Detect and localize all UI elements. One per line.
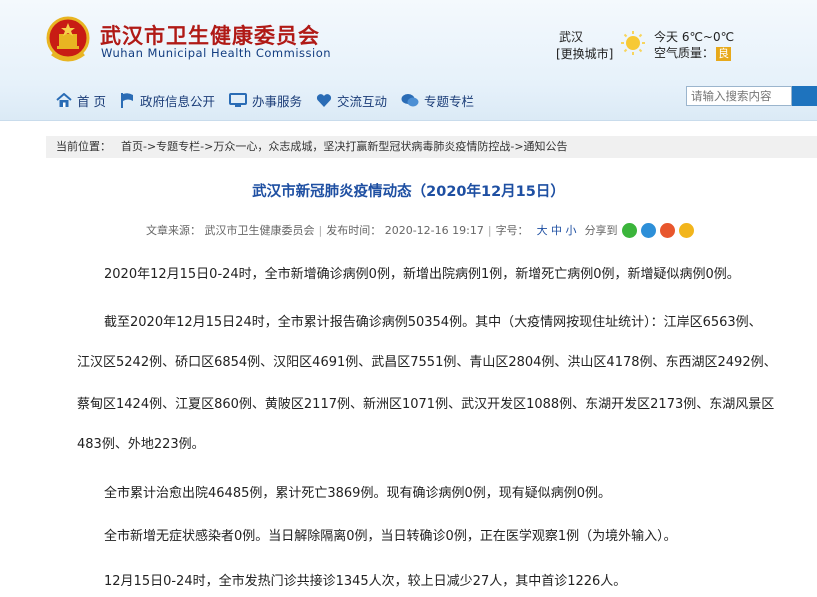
weather-city: 武汉	[559, 30, 584, 44]
article-meta: 文章来源： 武汉市卫生健康委员会 | 发布时间： 2020-12-16 19:1…	[146, 221, 694, 239]
qzone-share-icon[interactable]	[678, 222, 694, 238]
nav-home-label: 首 页	[77, 93, 106, 109]
article-source: 文章来源： 武汉市卫生健康委员会	[146, 224, 315, 237]
paragraph-cumulative-line-4: 483例、外地223例。	[77, 437, 205, 452]
nav-home[interactable]: 首 页	[56, 91, 106, 110]
flag-icon	[120, 93, 133, 108]
sunny-weather-icon	[621, 31, 645, 55]
meta-divider: |	[487, 223, 492, 237]
font-size-label: 字号：	[495, 224, 529, 237]
site-header: 武汉市卫生健康委员会 Wuhan Municipal Health Commis…	[0, 0, 817, 121]
air-quality: 空气质量：良	[654, 44, 732, 61]
paragraph-daily-summary: 2020年12月15日0-24时，全市新增确诊病例0例，新增出院病例1例，新增死…	[104, 267, 740, 282]
search-input[interactable]	[686, 86, 792, 106]
air-quality-label: 空气质量：	[654, 46, 715, 60]
main-nav: 首 页 政府信息公开 办事服务 交流互动 专题专栏	[56, 90, 488, 110]
paragraph-cumulative-line-1: 截至2020年12月15日24时，全市累计报告确诊病例50354例。其中（大疫情…	[104, 315, 762, 330]
chat-icon	[401, 93, 419, 106]
breadcrumb: 当前位置： 首页->专题专栏->万众一心，众志成城，坚决打赢新型冠状病毒肺炎疫情防…	[46, 136, 817, 158]
nav-services[interactable]: 办事服务	[229, 91, 302, 110]
meta-divider: |	[318, 223, 323, 237]
search-button[interactable]	[792, 86, 817, 106]
change-city-link[interactable]: [更换城市]	[556, 45, 613, 62]
share-label: 分享到	[584, 224, 618, 237]
nav-gov-info-label: 政府信息公开	[139, 93, 215, 109]
paragraph-cumulative-line-2: 江汉区5242例、硚口区6854例、汉阳区4691例、武昌区7551例、青山区2…	[77, 355, 777, 370]
nav-special-topics[interactable]: 专题专栏	[401, 91, 474, 110]
heart-icon	[316, 93, 332, 107]
weather-today: 今天 6℃~0℃	[654, 30, 735, 44]
breadcrumb-path[interactable]: 首页->专题专栏->万众一心，众志成城，坚决打赢新型冠状病毒肺炎疫情防控战->通…	[121, 140, 568, 153]
qq-share-icon[interactable]	[640, 222, 656, 238]
article-published: 发布时间： 2020-12-16 19:17	[326, 224, 484, 237]
nav-interaction[interactable]: 交流互动	[316, 91, 387, 110]
wechat-share-icon[interactable]	[621, 222, 637, 238]
nav-special-topics-label: 专题专栏	[424, 93, 475, 109]
paragraph-fever-clinic: 12月15日0-24时，全市发热门诊共接诊1345人次，较上日减少27人，其中首…	[104, 574, 627, 589]
font-size-options[interactable]: 大 中 小	[537, 222, 577, 238]
breadcrumb-label: 当前位置：	[56, 140, 111, 153]
site-subtitle: Wuhan Municipal Health Commission	[101, 46, 332, 60]
national-emblem-icon	[46, 16, 90, 62]
nav-gov-info[interactable]: 政府信息公开	[120, 91, 215, 110]
home-icon	[56, 92, 72, 107]
paragraph-cumulative-line-3: 蔡甸区1424例、江夏区860例、黄陂区2117例、新洲区1071例、武汉开发区…	[77, 397, 775, 412]
weibo-share-icon[interactable]	[659, 222, 675, 238]
paragraph-recovered: 全市累计治愈出院46485例，累计死亡3869例。现有确诊病例0例，现有疑似病例…	[104, 486, 611, 501]
article-title: 武汉市新冠肺炎疫情动态（2020年12月15日）	[252, 184, 565, 200]
monitor-icon	[229, 92, 247, 107]
nav-interaction-label: 交流互动	[337, 93, 388, 109]
paragraph-asymptomatic: 全市新增无症状感染者0例。当日解除隔离0例，当日转确诊0例，正在医学观察1例（为…	[104, 529, 677, 544]
nav-services-label: 办事服务	[252, 93, 303, 109]
air-quality-badge: 良	[716, 47, 732, 61]
